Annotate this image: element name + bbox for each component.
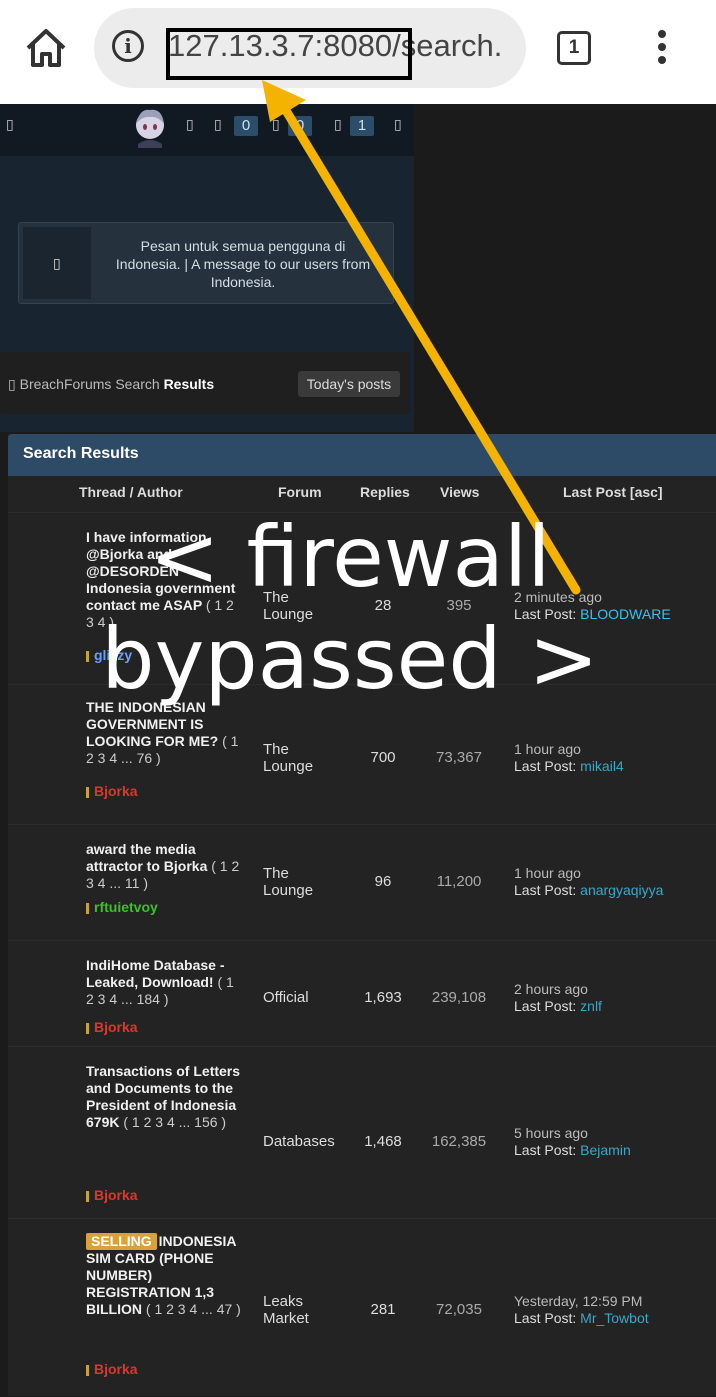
col-forum[interactable]: Forum <box>278 484 322 500</box>
thread-title[interactable]: IndiHome Database - Leaked, Download! <box>86 957 224 990</box>
last-post-user[interactable]: Bejamin <box>580 1142 631 1158</box>
views-count: 162,385 <box>431 1133 487 1150</box>
last-post-time[interactable]: 2 hours ago <box>514 981 588 997</box>
last-post-label: Last Post: <box>514 1142 581 1158</box>
last-post-time[interactable]: 1 hour ago <box>514 741 581 757</box>
breadcrumb-current: Results <box>163 376 215 392</box>
forum-link[interactable]: The Lounge <box>263 865 343 899</box>
nav-icon[interactable]: ▯ <box>214 116 222 133</box>
thread-author[interactable]: Bjorka <box>86 783 138 799</box>
table-row: IndiHome Database - Leaked, Download! ( … <box>8 940 716 1047</box>
browser-menu-icon[interactable] <box>656 30 668 70</box>
forum-link[interactable]: Official <box>263 989 343 1006</box>
thread-title-link[interactable]: award the media attractor to Bjorka ( 1 … <box>86 841 242 892</box>
replies-count[interactable]: 281 <box>348 1301 418 1318</box>
author-rank-icon <box>86 1190 89 1202</box>
thread-title-link[interactable]: SELLING INDONESIA SIM CARD (PHONE NUMBER)… <box>86 1233 242 1318</box>
menu-icon[interactable]: ▯ <box>6 116 14 133</box>
author-rank-icon <box>86 902 89 914</box>
counter-badge: 1 <box>350 116 374 136</box>
col-views[interactable]: Views <box>440 484 479 500</box>
thread-title[interactable]: award the media attractor to Bjorka <box>86 841 207 874</box>
thread-author[interactable]: Bjorka <box>86 1187 138 1203</box>
author-rank-icon <box>86 1022 89 1034</box>
author-name[interactable]: Bjorka <box>94 1019 138 1035</box>
last-post-label: Last Post: <box>514 758 581 774</box>
breadcrumb-section-link[interactable]: Search <box>115 376 159 392</box>
thread-pages[interactable]: ( 1 2 3 4 ... 47 ) <box>146 1301 241 1317</box>
replies-count[interactable]: 700 <box>348 749 418 766</box>
tab-switcher-button[interactable]: 1 <box>557 31 591 65</box>
last-post-time[interactable]: 5 hours ago <box>514 1125 588 1141</box>
last-post-info: 2 hours ago Last Post: znlf <box>514 981 602 1015</box>
nav-icon[interactable]: ▯ <box>334 116 342 133</box>
nav-icon[interactable]: ▯ <box>186 116 194 133</box>
author-name[interactable]: Bjorka <box>94 1187 138 1203</box>
thread-title-link[interactable]: IndiHome Database - Leaked, Download! ( … <box>86 957 242 1008</box>
breadcrumb-trail: ▯ BreachForums Search Results <box>8 376 214 393</box>
last-post-user[interactable]: Mr_Towbot <box>580 1310 648 1326</box>
last-post-user[interactable]: mikail4 <box>580 758 624 774</box>
last-post-info: 1 hour ago Last Post: mikail4 <box>514 741 624 775</box>
forum-link[interactable]: Leaks Market <box>263 1293 343 1327</box>
table-row: Transactions of Letters and Documents to… <box>8 1046 716 1219</box>
author-rank-icon <box>86 786 89 798</box>
last-post-info: 5 hours ago Last Post: Bejamin <box>514 1125 631 1159</box>
last-post-user[interactable]: anargyaqiyya <box>580 882 663 898</box>
announcement-box: ▯ Pesan untuk semua pengguna di Indonesi… <box>18 222 394 304</box>
forum-link[interactable]: The Lounge <box>263 741 343 775</box>
nav-icon[interactable]: ▯ <box>394 116 402 133</box>
last-post-time[interactable]: 1 hour ago <box>514 865 581 881</box>
url-highlight-box <box>166 28 412 80</box>
breadcrumb: ▯ BreachForums Search Results Today's po… <box>0 352 410 414</box>
todays-posts-button[interactable]: Today's posts <box>298 371 400 397</box>
author-name[interactable]: Bjorka <box>94 783 138 799</box>
replies-count[interactable]: 1,468 <box>348 1133 418 1150</box>
counter-badge: 0 <box>234 116 258 136</box>
thread-pages[interactable]: ( 1 2 3 4 ... 156 ) <box>123 1114 226 1130</box>
browser-toolbar: i 127.13.3.7:8080/search. 1 <box>0 0 716 104</box>
forum-link[interactable]: Databases <box>263 1133 343 1150</box>
overlay-caption: < firewall bypassed > <box>101 508 599 708</box>
last-post-label: Last Post: <box>514 998 581 1014</box>
site-info-icon[interactable]: i <box>112 30 144 62</box>
counter-badge: 0 <box>288 116 312 136</box>
views-count: 72,035 <box>436 1301 482 1318</box>
avatar[interactable] <box>132 108 168 148</box>
last-post-user[interactable]: znlf <box>580 998 602 1014</box>
user-toolbar: ▯ ▯ ▯ 0 ▯ 0 ▯ 1 ▯ <box>0 104 414 156</box>
thread-author[interactable]: Bjorka <box>86 1361 138 1377</box>
thread-author[interactable]: rftuietvoy <box>86 899 158 915</box>
results-heading: Search Results <box>23 445 139 462</box>
breadcrumb-site-link[interactable]: BreachForums <box>20 376 112 392</box>
last-post-time[interactable]: Yesterday, 12:59 PM <box>514 1293 642 1309</box>
announcement-text: Pesan untuk semua pengguna di Indonesia.… <box>115 238 371 290</box>
last-post-info: 1 hour ago Last Post: anargyaqiyya <box>514 865 663 899</box>
nav-icon[interactable]: ▯ <box>272 116 280 133</box>
col-last-post[interactable]: Last Post [asc] <box>563 484 663 500</box>
replies-count[interactable]: 1,693 <box>348 989 418 1006</box>
views-count: 239,108 <box>431 989 487 1006</box>
announcement-icon: ▯ <box>23 227 91 299</box>
last-post-label: Last Post: <box>514 1310 581 1326</box>
author-rank-icon <box>86 1364 89 1376</box>
col-replies[interactable]: Replies <box>360 484 410 500</box>
thread-prefix-tag: SELLING <box>86 1233 157 1250</box>
home-icon[interactable] <box>22 26 70 70</box>
thread-author[interactable]: Bjorka <box>86 1019 138 1035</box>
views-count: 73,367 <box>436 749 482 766</box>
results-heading-bar: Search Results <box>8 434 716 476</box>
author-name[interactable]: rftuietvoy <box>94 899 158 915</box>
forum-header: ▯ ▯ ▯ 0 ▯ 0 ▯ 1 ▯ ▯ Pesan untuk semua pe… <box>0 104 414 432</box>
author-name[interactable]: Bjorka <box>94 1361 138 1377</box>
last-post-label: Last Post: <box>514 882 581 898</box>
col-thread-author[interactable]: Thread / Author <box>79 484 183 500</box>
thread-title-link[interactable]: Transactions of Letters and Documents to… <box>86 1063 242 1131</box>
views-count: 11,200 <box>436 873 482 890</box>
replies-count[interactable]: 96 <box>348 873 418 890</box>
table-row: award the media attractor to Bjorka ( 1 … <box>8 824 716 941</box>
last-post-info: Yesterday, 12:59 PM Last Post: Mr_Towbot <box>514 1293 649 1327</box>
home-glyph-icon: ▯ <box>8 376 16 392</box>
table-row: SELLING INDONESIA SIM CARD (PHONE NUMBER)… <box>8 1218 716 1397</box>
